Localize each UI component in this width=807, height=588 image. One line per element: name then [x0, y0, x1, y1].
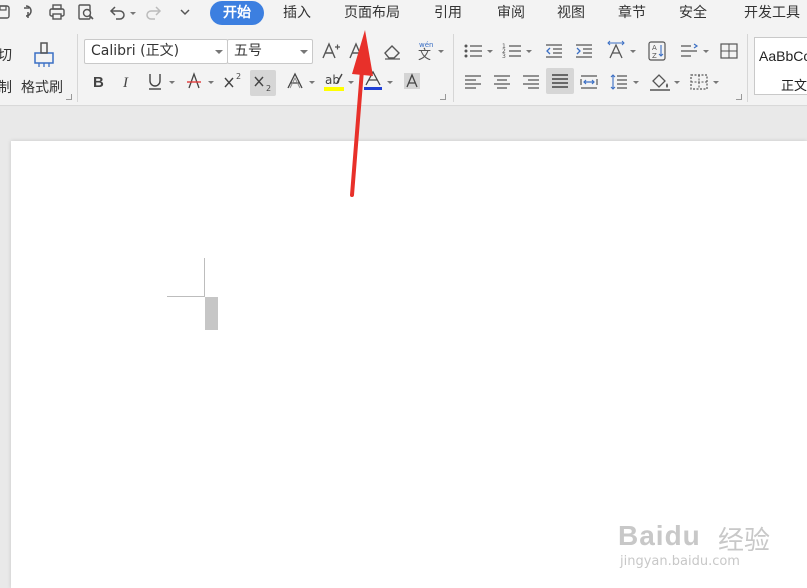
bold-icon[interactable]: B: [87, 70, 109, 92]
borders-dropdown-icon[interactable]: [713, 81, 719, 84]
margin-marker: [204, 258, 205, 297]
text-direction-dropdown-icon[interactable]: [630, 50, 636, 53]
decrease-font-size-icon[interactable]: [346, 40, 368, 62]
line-spacing-dropdown-icon[interactable]: [703, 50, 709, 53]
subscript-icon[interactable]: 2: [250, 70, 276, 96]
chevron-down-icon: [300, 50, 308, 54]
separator: [747, 34, 748, 102]
increase-font-size-icon[interactable]: [319, 40, 341, 62]
undo-dropdown-icon[interactable]: [130, 12, 136, 15]
text-effects-icon[interactable]: [284, 70, 306, 92]
shading-dropdown-icon[interactable]: [674, 81, 680, 84]
font-name-value: Calibri (正文): [91, 43, 180, 59]
clipboard-launcher-icon[interactable]: [66, 94, 72, 100]
separator: [453, 34, 454, 102]
highlight-color-icon[interactable]: ab: [323, 70, 345, 92]
font-color-icon[interactable]: [362, 70, 384, 92]
character-shading-icon[interactable]: [401, 70, 423, 92]
style-normal-button[interactable]: AaBbCc 正文: [754, 37, 807, 95]
bullet-dropdown-icon[interactable]: [487, 50, 493, 53]
justify-icon[interactable]: [546, 68, 574, 94]
customize-icon[interactable]: [176, 3, 194, 21]
export-icon[interactable]: [20, 3, 38, 21]
strikethrough-icon[interactable]: [183, 70, 205, 92]
font-name-select[interactable]: Calibri (正文): [84, 39, 228, 64]
paragraph-spacing-dropdown-icon[interactable]: [633, 81, 639, 84]
font-size-value: 五号: [234, 43, 262, 59]
svg-text:B: B: [93, 74, 104, 90]
tab-section[interactable]: 章节: [618, 0, 646, 26]
style-name-label: 正文: [781, 79, 807, 94]
tab-page-layout[interactable]: 页面布局: [344, 0, 400, 26]
align-right-icon[interactable]: [520, 71, 542, 93]
format-painter-button[interactable]: 格式刷: [21, 77, 63, 97]
watermark-logo: Baidu: [618, 520, 701, 551]
svg-text:3: 3: [502, 53, 506, 60]
superscript-icon[interactable]: 2: [222, 70, 244, 92]
print-icon[interactable]: [48, 3, 66, 21]
watermark-url: jingyan.baidu.com: [620, 554, 740, 569]
svg-text:A: A: [652, 44, 657, 52]
style-sample-text: AaBbCc: [759, 48, 807, 64]
menu-bar: 开始 插入 页面布局 引用 审阅 视图 章节 安全 开发工具: [0, 0, 807, 26]
bullet-list-icon[interactable]: [462, 40, 484, 62]
tab-review[interactable]: 审阅: [497, 0, 525, 26]
cut-button[interactable]: 切: [0, 45, 12, 65]
phonetic-guide-icon[interactable]: wén 文: [413, 39, 437, 61]
svg-text:Z: Z: [652, 52, 657, 60]
distributed-align-icon[interactable]: [578, 71, 600, 93]
line-spacing-icon[interactable]: [678, 40, 700, 62]
tab-home[interactable]: 开始: [210, 1, 264, 25]
copy-button[interactable]: 制: [0, 77, 12, 97]
clear-formatting-icon[interactable]: [381, 40, 403, 62]
print-preview-icon[interactable]: [77, 3, 95, 21]
decrease-indent-icon[interactable]: [543, 40, 565, 62]
tab-insert[interactable]: 插入: [283, 0, 311, 26]
margin-marker: [167, 296, 205, 297]
format-painter-icon[interactable]: [31, 40, 57, 70]
tab-references[interactable]: 引用: [434, 0, 462, 26]
numbered-list-icon[interactable]: 123: [501, 40, 523, 62]
numbered-dropdown-icon[interactable]: [526, 50, 532, 53]
table-icon[interactable]: [718, 40, 740, 62]
align-left-icon[interactable]: [462, 71, 484, 93]
text-cursor: [205, 297, 218, 330]
italic-icon[interactable]: I: [116, 70, 138, 92]
svg-text:2: 2: [266, 84, 271, 93]
highlight-dropdown-icon[interactable]: [348, 81, 354, 84]
redo-icon[interactable]: [145, 3, 163, 21]
underline-icon[interactable]: [144, 70, 166, 92]
svg-text:2: 2: [236, 72, 241, 81]
shading-icon[interactable]: [649, 71, 671, 93]
text-effects-dropdown-icon[interactable]: [309, 81, 315, 84]
paragraph-launcher-icon[interactable]: [736, 94, 742, 100]
phonetic-dropdown-icon[interactable]: [438, 50, 444, 53]
increase-indent-icon[interactable]: [573, 40, 595, 62]
font-color-dropdown-icon[interactable]: [387, 81, 393, 84]
svg-text:I: I: [122, 75, 129, 90]
text-direction-icon[interactable]: [605, 39, 627, 61]
paragraph-spacing-icon[interactable]: [608, 71, 630, 93]
svg-text:文: 文: [418, 48, 431, 61]
strikethrough-dropdown-icon[interactable]: [208, 81, 214, 84]
borders-icon[interactable]: [688, 71, 710, 93]
tab-developer-tools[interactable]: 开发工具: [744, 0, 800, 26]
font-size-select[interactable]: 五号: [227, 39, 313, 64]
ribbon: 切 制 格式刷 Calibri (正文) 五号 wén 文 B I 2 2 ab…: [0, 26, 807, 106]
chevron-down-icon: [215, 50, 223, 54]
sort-icon[interactable]: AZ: [646, 40, 668, 62]
svg-text:ab: ab: [325, 73, 340, 87]
font-launcher-icon[interactable]: [440, 94, 446, 100]
align-center-icon[interactable]: [491, 71, 513, 93]
undo-icon[interactable]: [108, 3, 126, 21]
tab-security[interactable]: 安全: [679, 0, 707, 26]
underline-dropdown-icon[interactable]: [169, 81, 175, 84]
tab-view[interactable]: 视图: [557, 0, 585, 26]
separator: [77, 34, 78, 102]
watermark-text: 经验: [718, 526, 771, 556]
save-icon[interactable]: [0, 3, 12, 21]
